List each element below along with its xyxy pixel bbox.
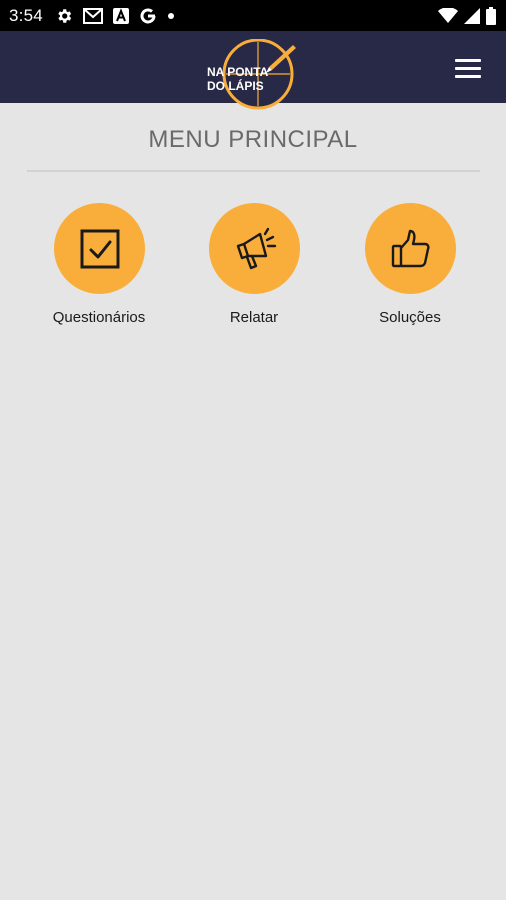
menu-item-solucoes[interactable]: Soluções	[330, 203, 490, 333]
menu-bar	[455, 66, 481, 70]
status-time: 3:54	[9, 5, 43, 25]
menu-item-label: Soluções	[379, 309, 441, 326]
gmail-icon	[82, 7, 103, 24]
status-bar: 3:54	[0, 0, 506, 31]
hamburger-menu-button[interactable]	[455, 55, 487, 81]
status-right	[438, 6, 496, 25]
menu-circle[interactable]	[209, 203, 300, 294]
a-icon	[112, 7, 129, 24]
megaphone-icon	[236, 227, 276, 269]
menu-circle[interactable]	[365, 203, 456, 294]
page-title: MENU PRINCIPAL	[148, 126, 358, 153]
signal-icon	[464, 7, 480, 24]
menu-item-label: Questionários	[52, 309, 146, 326]
wifi-icon	[438, 7, 458, 23]
menu-item-label: Relatar	[229, 309, 279, 326]
app-logo[interactable]: NA PONTA DO LÁPIS	[205, 39, 301, 113]
title-divider	[27, 170, 480, 172]
menu-bar	[455, 74, 481, 78]
checkbox-icon	[80, 229, 119, 268]
dot-icon	[167, 12, 174, 19]
logo-line1: NA PONTA	[207, 65, 269, 79]
logo-line2: DO LÁPIS	[207, 78, 264, 93]
app-bar: NA PONTA DO LÁPIS	[0, 31, 506, 110]
thumbs-up-icon	[391, 229, 430, 267]
menu-circle[interactable]	[54, 203, 145, 294]
gear-icon	[58, 8, 72, 23]
menu-item-questionarios[interactable]: Questionários	[19, 203, 179, 333]
menu-item-relatar[interactable]: Relatar	[174, 203, 334, 333]
status-left: 3:54	[9, 6, 175, 26]
notification-icons	[55, 7, 175, 25]
google-icon	[140, 7, 156, 23]
battery-icon	[486, 6, 496, 25]
menu-bar	[455, 58, 481, 62]
